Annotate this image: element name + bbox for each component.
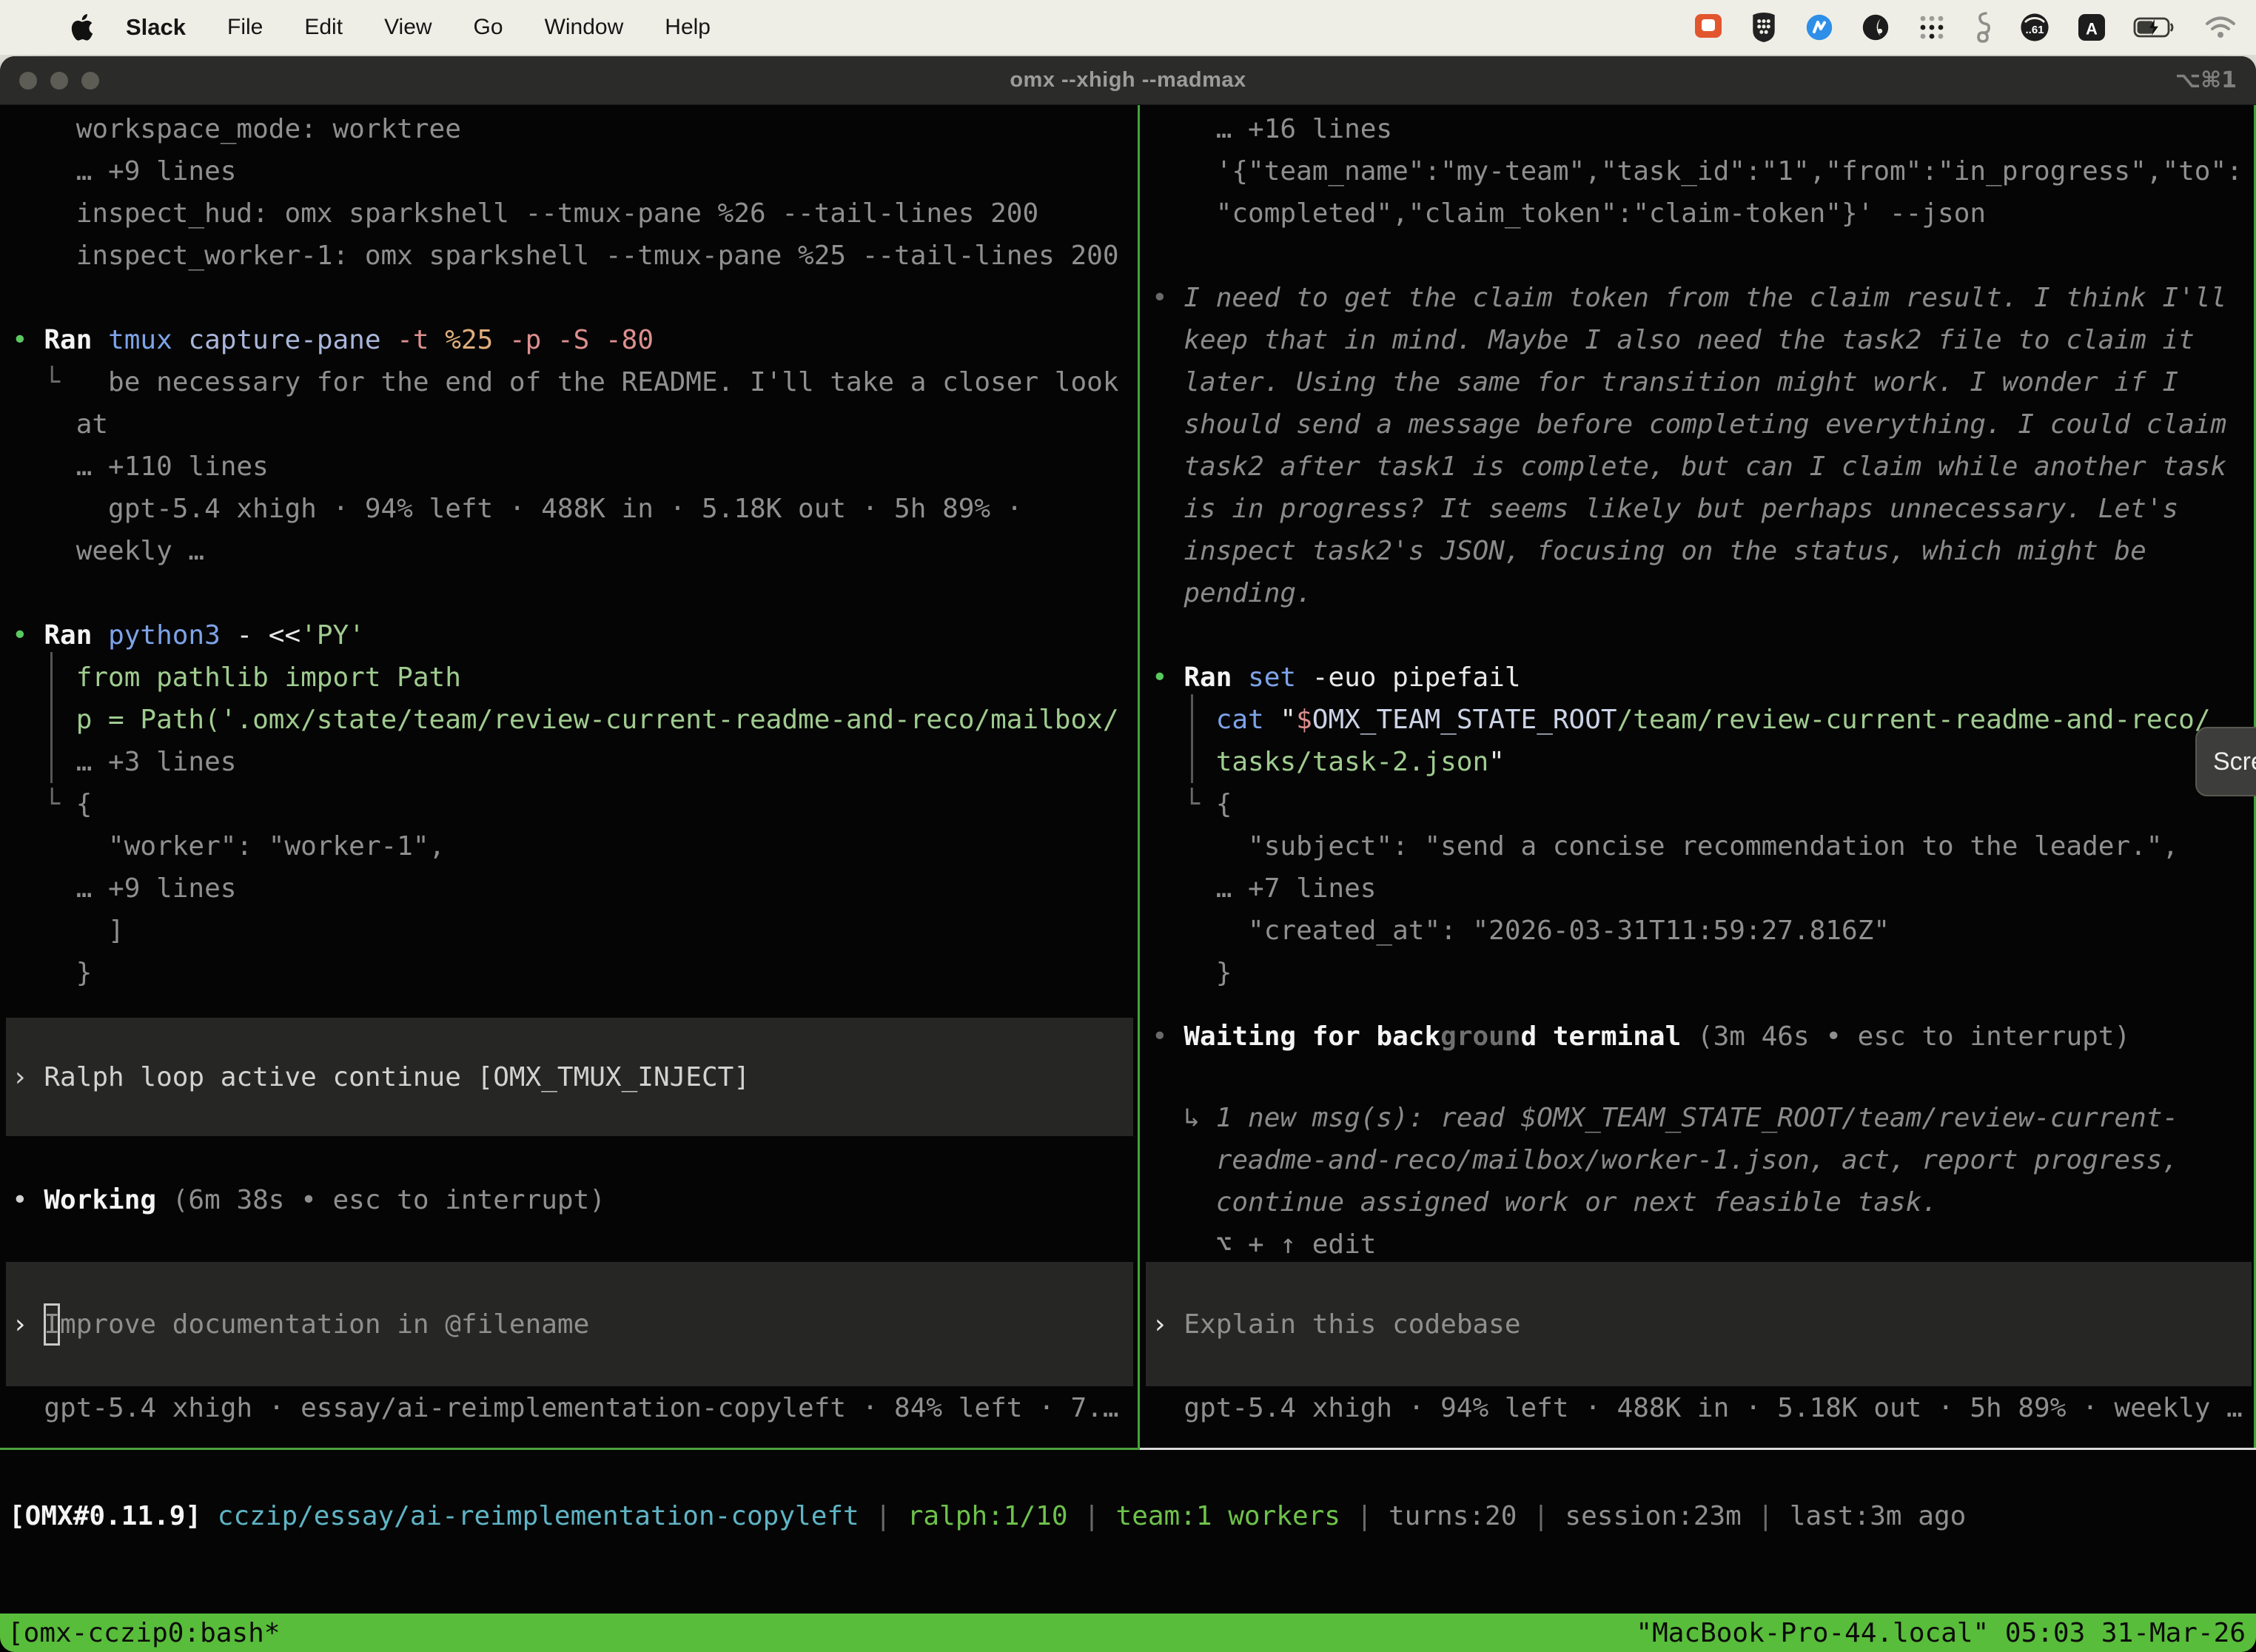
close-button[interactable] (19, 72, 37, 90)
chat-app-icon[interactable] (1693, 13, 1723, 42)
input-placeholder: Explain this codebase (1184, 1309, 1520, 1340)
working-status-line: • Working (6m 38s • esc to interrupt) (12, 1179, 605, 1221)
traffic-lights (19, 56, 99, 105)
input-placeholder: mprove documentation in @filename (60, 1309, 589, 1340)
menu-app-name[interactable]: Slack (96, 14, 207, 41)
minimize-button[interactable] (50, 72, 68, 90)
right-pane-bottom-border (1140, 1448, 2256, 1450)
left-pane-bottom-border-active (0, 1448, 1138, 1450)
right-prompt-input[interactable]: › Explain this codebase (1146, 1262, 2252, 1386)
text-cursor: I (44, 1303, 60, 1346)
menu-item-go[interactable]: Go (453, 15, 524, 40)
prompt-chevron: › (1152, 1309, 1184, 1340)
percent-badge-icon[interactable]: ..61 (2019, 12, 2050, 43)
window-titlebar[interactable]: omx --xhigh --madmax ⌥⌘1 (0, 56, 2256, 105)
omx-session-status: [OMX#0.11.9] cczip/essay/ai-reimplementa… (9, 1495, 1966, 1537)
apple-menu-icon[interactable] (71, 13, 96, 42)
tmux-session-name[interactable]: [omx-cczip0:bash* (0, 1618, 280, 1648)
terminal-window: omx --xhigh --madmax ⌥⌘1 workspace_mode:… (0, 56, 2256, 1652)
menu-item-help[interactable]: Help (644, 15, 731, 40)
block-connector-line (50, 652, 53, 783)
shield-grid-icon[interactable] (1750, 12, 1778, 43)
squiggle-icon[interactable] (1973, 11, 1993, 44)
left-scrollback: workspace_mode: worktree … +9 lines insp… (0, 108, 1138, 994)
terminal-content: workspace_mode: worktree … +9 lines insp… (0, 105, 2256, 1652)
menu-item-file[interactable]: File (207, 15, 283, 40)
screenshot-tooltip[interactable]: Scre (2195, 727, 2256, 796)
menu-item-view[interactable]: View (363, 15, 452, 40)
wifi-icon[interactable] (2204, 15, 2237, 40)
svg-text:A: A (2086, 20, 2098, 38)
pane-right-worker[interactable]: … +16 lines '{"team_name":"my-team","tas… (1140, 105, 2256, 1450)
menu-status-icons: ..61 A (1693, 11, 2256, 44)
menu-items: Slack File Edit View Go Window Help (96, 14, 731, 41)
input-source-icon[interactable]: A (2077, 13, 2106, 42)
tmux-host-clock: "MacBook-Pro-44.local" 05:03 31-Mar-26 (1636, 1618, 2256, 1648)
dark-crescent-icon[interactable] (1861, 13, 1890, 42)
pane-divider[interactable] (1138, 105, 1140, 1450)
ralph-loop-notice: › Ralph loop active continue [OMX_TMUX_I… (6, 1018, 1133, 1136)
block-connector-line (1191, 694, 1193, 783)
menu-bar: Slack File Edit View Go Window Help ..61 (0, 0, 2256, 55)
mailbox-followup: ↳ 1 new msg(s): read $OMX_TEAM_STATE_ROO… (1152, 1097, 2178, 1266)
pane-left-hud[interactable]: workspace_mode: worktree … +9 lines insp… (0, 105, 1138, 1450)
window-title: omx --xhigh --madmax (0, 68, 2256, 93)
window-shortcut-hint: ⌥⌘1 (2175, 67, 2237, 93)
left-prompt-input[interactable]: › Improve documentation in @filename (6, 1262, 1133, 1386)
dots-grid-icon[interactable] (1917, 13, 1947, 42)
prompt-chevron: › (12, 1309, 44, 1340)
menu-item-edit[interactable]: Edit (283, 15, 363, 40)
battery-icon[interactable] (2133, 16, 2178, 38)
tmux-status-bar: [omx-cczip0:bash* "MacBook-Pro-44.local"… (0, 1614, 2256, 1652)
waiting-status-line: • Waiting for background terminal (3m 46… (1152, 1015, 2130, 1058)
right-scrollback: … +16 lines '{"team_name":"my-team","tas… (1140, 108, 2256, 994)
blue-badge-icon[interactable] (1805, 13, 1834, 42)
right-model-status: gpt-5.4 xhigh · 94% left · 488K in · 5.1… (1152, 1387, 2243, 1429)
left-model-status: gpt-5.4 xhigh · essay/ai-reimplementatio… (12, 1387, 1119, 1429)
menu-item-window[interactable]: Window (524, 15, 645, 40)
zoom-button[interactable] (81, 72, 99, 90)
percent-badge-text: ..61 (2025, 24, 2044, 36)
